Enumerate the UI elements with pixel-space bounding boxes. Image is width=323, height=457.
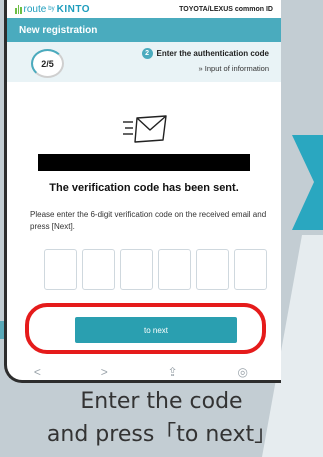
next-step-label: » Input of information [198, 64, 269, 73]
compass-icon[interactable]: ◎ [238, 365, 248, 379]
verification-instructions: Please enter the 6-digit verification co… [30, 210, 267, 231]
common-id-label: TOYOTA/LEXUS common ID [179, 5, 273, 13]
to-next-button[interactable]: to next [75, 317, 237, 343]
code-digit-6[interactable] [234, 249, 267, 290]
top-bar: route by KINTO TOYOTA/LEXUS common ID [7, 0, 281, 18]
code-digit-1[interactable] [44, 249, 77, 290]
browser-toolbar: < > ⇪ ◎ [4, 362, 278, 382]
code-digit-3[interactable] [120, 249, 153, 290]
current-step-number: 2 [141, 48, 153, 59]
logo-brand: route [23, 3, 47, 15]
mail-sent-icon [123, 115, 167, 143]
logo-mark-icon [15, 4, 22, 14]
code-digit-2[interactable] [82, 249, 115, 290]
back-icon[interactable]: < [34, 365, 41, 379]
forward-icon[interactable]: > [101, 365, 108, 379]
share-icon[interactable]: ⇪ [168, 365, 178, 379]
code-digit-5[interactable] [196, 249, 229, 290]
current-step-label: Enter the authentication code [156, 49, 269, 58]
page-header: New registration [7, 18, 281, 42]
caption-line-1: Enter the code [80, 389, 243, 414]
phone-screen: route by KINTO TOYOTA/LEXUS common ID Ne… [4, 0, 281, 383]
instruction-caption: Enter the code and press「to next」 [0, 385, 323, 451]
step-indicator: 2/5 2 Enter the authentication code » In… [7, 42, 281, 82]
progress-arc [31, 49, 64, 78]
background-chevron-decoration [292, 135, 323, 230]
redacted-email [38, 154, 250, 171]
page-title: New registration [19, 24, 98, 36]
code-digit-4[interactable] [158, 249, 191, 290]
verification-code-input[interactable] [44, 249, 267, 290]
kinto-route-logo: route by KINTO [15, 4, 90, 15]
verification-sent-title: The verification code has been sent. [49, 182, 239, 194]
logo-company: KINTO [56, 3, 91, 15]
caption-line-2: and press「to next」 [46, 422, 277, 447]
current-step: 2 Enter the authentication code [141, 48, 269, 59]
logo-by: by [48, 6, 55, 12]
